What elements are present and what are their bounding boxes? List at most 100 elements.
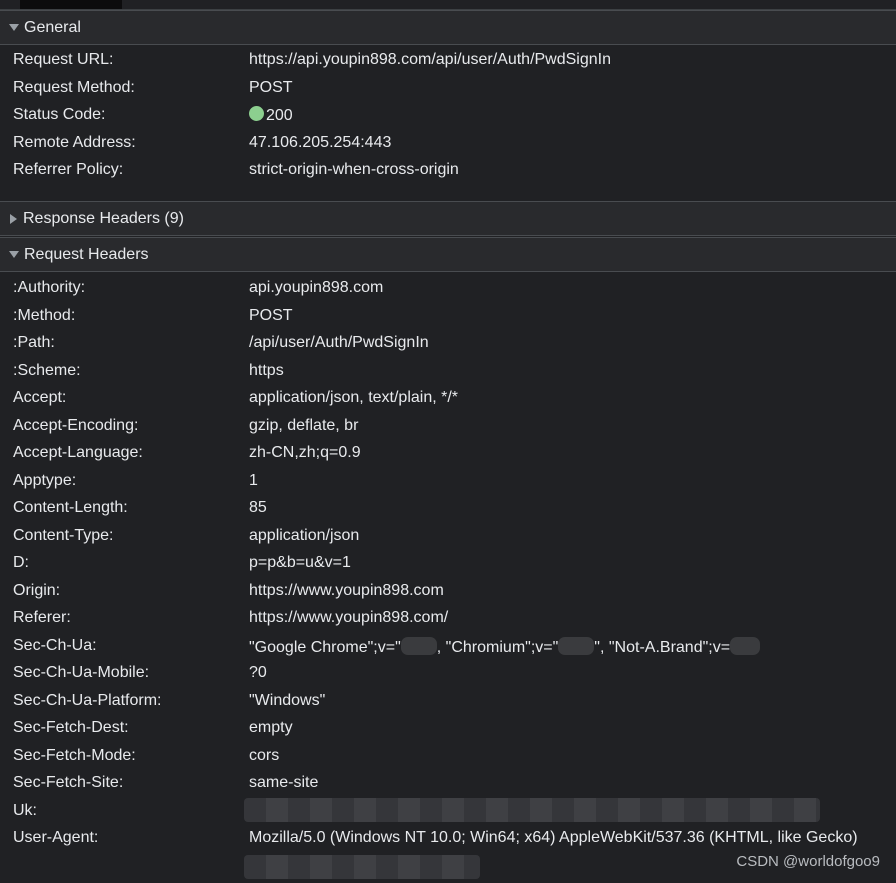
header-key: Uk: xyxy=(13,801,37,819)
general-row: Request URL: https://api.youpin898.com/a… xyxy=(0,48,896,76)
value-part: "Google Chrome";v=" xyxy=(249,638,401,656)
header-value[interactable]: empty xyxy=(249,719,293,737)
redacted-user-agent-continuation xyxy=(244,855,480,879)
header-key: Content-Length: xyxy=(13,499,128,516)
request-header-row: Sec-Fetch-Dest: empty xyxy=(0,716,896,744)
header-value[interactable]: POST xyxy=(249,79,293,97)
header-key: Accept: xyxy=(13,389,67,406)
header-value[interactable]: Mozilla/5.0 (Windows NT 10.0; Win64; x64… xyxy=(249,829,858,847)
request-header-row: :Method: POST xyxy=(0,304,896,332)
request-header-row: :Scheme: https xyxy=(0,359,896,387)
expand-triangle-icon xyxy=(9,24,19,31)
redacted-blur xyxy=(730,636,761,655)
request-header-row: Accept-Encoding: gzip, deflate, br xyxy=(0,414,896,442)
request-header-row: Sec-Ch-Ua: "Google Chrome";v=" , "Chromium… xyxy=(0,634,896,662)
general-row: Request Method: POST xyxy=(0,76,896,104)
header-value[interactable]: "Windows" xyxy=(249,692,325,710)
header-value[interactable]: https://www.youpin898.com xyxy=(249,582,444,600)
header-value[interactable]: application/json xyxy=(249,527,359,545)
general-row: Status Code: 200 xyxy=(0,103,896,131)
request-header-row: Content-Type: application/json xyxy=(0,524,896,552)
header-value[interactable]: gzip, deflate, br xyxy=(249,417,358,435)
general-row: Referrer Policy: strict-origin-when-cros… xyxy=(0,158,896,186)
value-part: , "Chromium";v=" xyxy=(436,638,559,656)
status-code-value[interactable]: 200 xyxy=(249,106,293,125)
header-value[interactable]: 47.106.205.254:443 xyxy=(249,134,391,152)
header-key: Sec-Fetch-Mode: xyxy=(13,746,136,764)
expand-triangle-icon xyxy=(9,251,19,258)
request-header-row: User-Agent: Mozilla/5.0 (Windows NT 10.0;… xyxy=(0,826,896,854)
header-value[interactable]: zh-CN,zh;q=0.9 xyxy=(249,444,361,462)
status-ok-dot-icon xyxy=(249,106,264,121)
top-bar xyxy=(0,0,896,10)
section-request-headers-header[interactable]: Request Headers xyxy=(0,237,896,272)
header-key: Request URL: xyxy=(13,51,114,68)
header-key: Content-Type: xyxy=(13,526,114,544)
redacted-blur xyxy=(400,636,437,655)
section-general-header[interactable]: General xyxy=(0,10,896,45)
collapsed-triangle-icon xyxy=(10,213,17,224)
sec-ch-ua-value[interactable]: "Google Chrome";v=" , "Chromium";v=" ", "N… xyxy=(249,636,761,657)
redacted-blur xyxy=(558,636,595,655)
header-key: :Scheme: xyxy=(13,361,81,379)
request-header-row: Sec-Ch-Ua-Mobile: ?0 xyxy=(0,661,896,689)
general-rows: Request URL: https://api.youpin898.com/a… xyxy=(0,48,896,186)
header-value[interactable]: https://api.youpin898.com/api/user/Auth/… xyxy=(249,51,611,69)
request-header-row: Apptype: 1 xyxy=(0,469,896,497)
header-key: Accept-Encoding: xyxy=(13,416,139,434)
header-key: :Path: xyxy=(13,334,55,351)
request-header-row: Sec-Ch-Ua-Platform: "Windows" xyxy=(0,689,896,717)
header-value[interactable]: https://www.youpin898.com/ xyxy=(249,609,448,627)
header-value[interactable]: https xyxy=(249,362,284,380)
watermark: CSDN @worldofgoo9 xyxy=(736,853,880,870)
header-key: Sec-Ch-Ua-Mobile: xyxy=(13,664,150,681)
header-value[interactable]: application/json, text/plain, */* xyxy=(249,389,458,407)
section-response-headers-title: Response Headers (9) xyxy=(23,209,184,227)
header-key: Referer: xyxy=(13,609,71,626)
request-header-row: :Authority: api.youpin898.com xyxy=(0,276,896,304)
header-value[interactable]: ?0 xyxy=(249,664,267,682)
value-part: ", "Not-A.Brand";v= xyxy=(594,638,731,656)
header-value[interactable]: p=p&b=u&v=1 xyxy=(249,554,351,572)
header-key: :Authority: xyxy=(13,279,86,296)
header-key: Apptype: xyxy=(13,471,77,489)
header-key: Accept-Language: xyxy=(13,444,143,461)
header-key: Status Code: xyxy=(13,106,106,123)
section-general-title: General xyxy=(24,18,81,36)
general-row: Remote Address: 47.106.205.254:443 xyxy=(0,131,896,159)
request-header-row: Sec-Fetch-Mode: cors xyxy=(0,744,896,772)
header-key: User-Agent: xyxy=(13,829,99,846)
header-key: D: xyxy=(13,554,29,571)
request-header-row: D: p=p&b=u&v=1 xyxy=(0,551,896,579)
tab-strip-dark xyxy=(20,0,122,9)
header-key: :Method: xyxy=(13,306,76,324)
request-header-rows: :Authority: api.youpin898.com :Method: POS… xyxy=(0,276,896,854)
header-key: Sec-Fetch-Site: xyxy=(13,774,124,791)
request-header-row: Origin: https://www.youpin898.com xyxy=(0,579,896,607)
header-value[interactable]: api.youpin898.com xyxy=(249,279,383,297)
header-key: Referrer Policy: xyxy=(13,161,124,178)
header-value[interactable]: 85 xyxy=(249,499,267,517)
request-header-row: Referer: https://www.youpin898.com/ xyxy=(0,606,896,634)
header-value[interactable]: cors xyxy=(249,747,279,765)
request-header-row: Content-Length: 85 xyxy=(0,496,896,524)
header-value[interactable]: POST xyxy=(249,307,293,325)
section-response-headers-header[interactable]: Response Headers (9) xyxy=(0,201,896,236)
header-value[interactable]: /api/user/Auth/PwdSignIn xyxy=(249,334,429,352)
header-key: Sec-Ch-Ua-Platform: xyxy=(13,691,162,709)
header-value[interactable]: 1 xyxy=(249,472,258,490)
request-header-row: :Path: /api/user/Auth/PwdSignIn xyxy=(0,331,896,359)
header-value[interactable]: strict-origin-when-cross-origin xyxy=(249,161,459,179)
header-key: Sec-Ch-Ua: xyxy=(13,636,97,654)
header-key: Request Method: xyxy=(13,78,135,96)
status-code-text: 200 xyxy=(266,107,293,124)
request-header-row: Sec-Fetch-Site: same-site xyxy=(0,771,896,799)
header-key: Remote Address: xyxy=(13,133,136,151)
header-key: Origin: xyxy=(13,581,61,599)
redacted-uk-value xyxy=(244,798,820,822)
section-request-headers-title: Request Headers xyxy=(24,245,149,263)
header-key: Sec-Fetch-Dest: xyxy=(13,719,129,736)
request-header-row: Accept-Language: zh-CN,zh;q=0.9 xyxy=(0,441,896,469)
request-header-row: Accept: application/json, text/plain, */* xyxy=(0,386,896,414)
header-value[interactable]: same-site xyxy=(249,774,318,792)
